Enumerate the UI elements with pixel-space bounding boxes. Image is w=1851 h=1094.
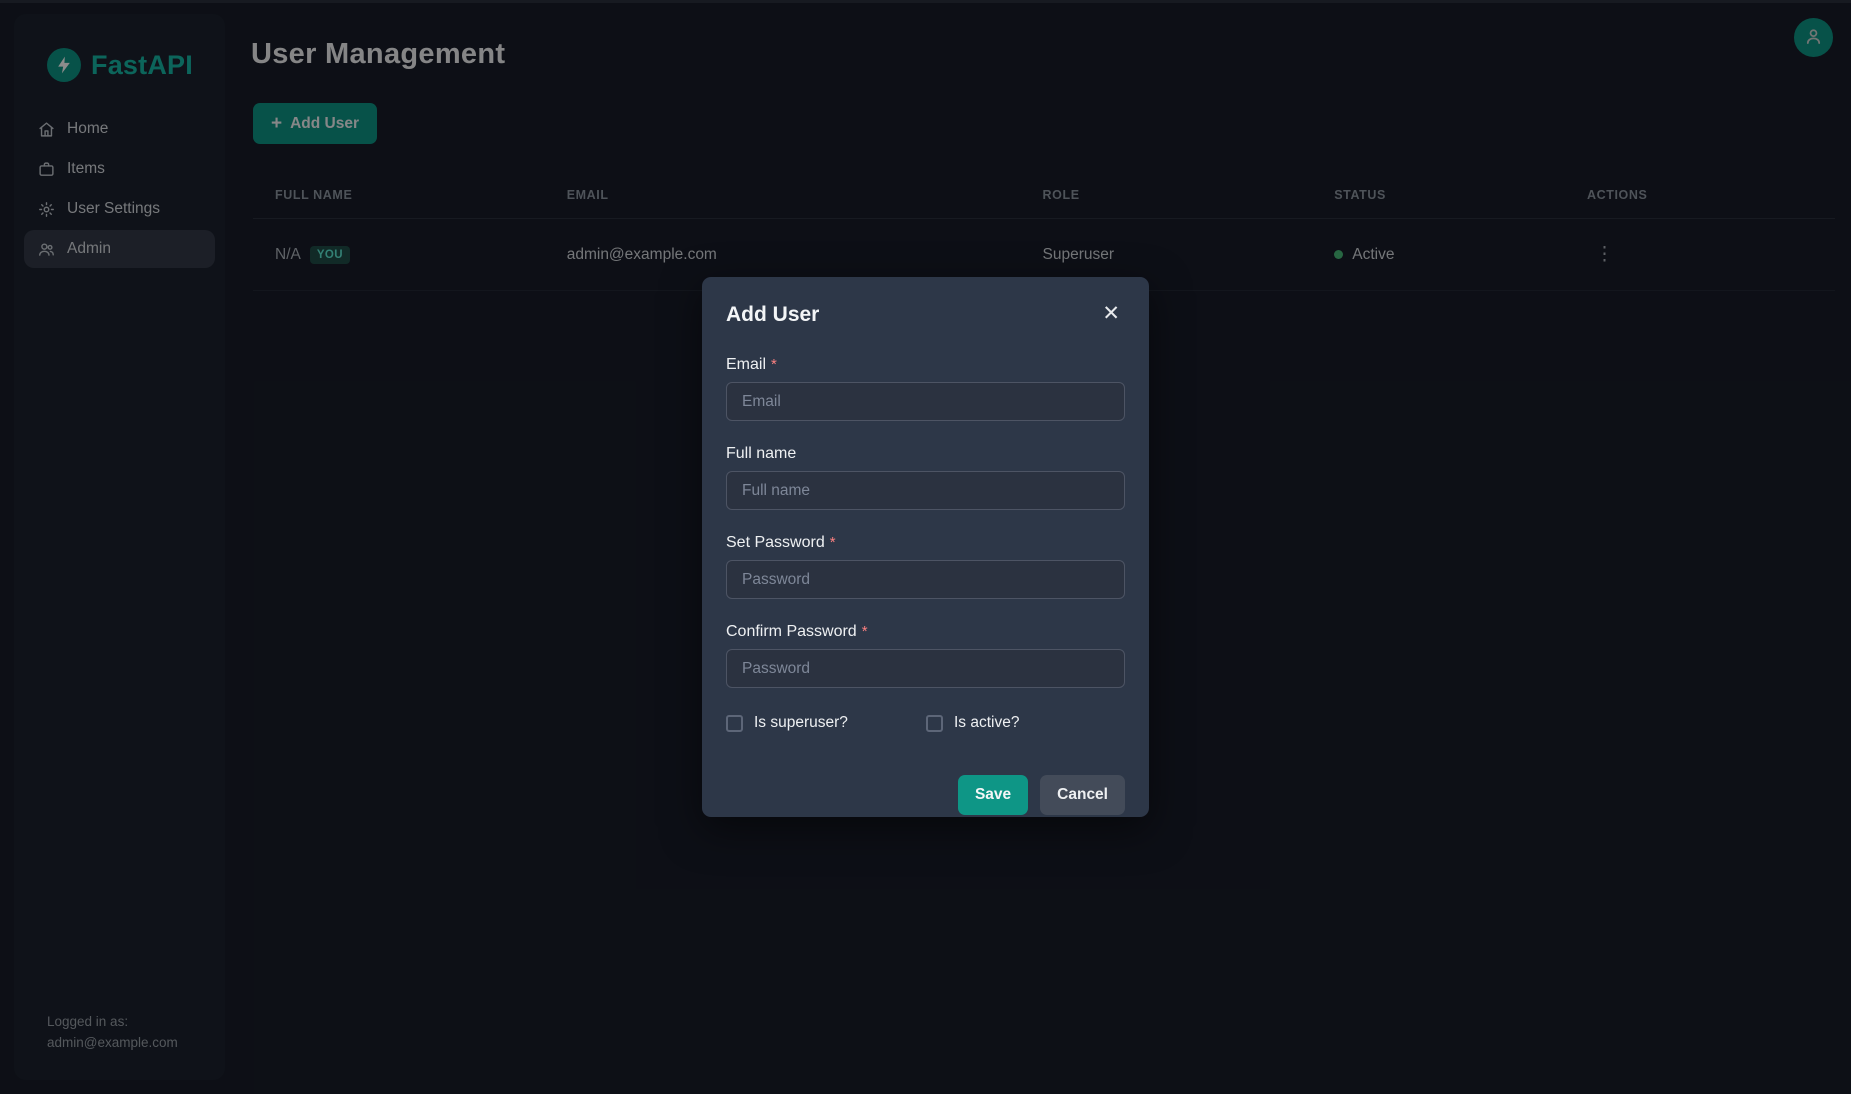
required-asterisk: * <box>862 623 868 640</box>
cancel-button[interactable]: Cancel <box>1040 775 1125 815</box>
required-asterisk: * <box>771 356 777 373</box>
set-password-field-group: Set Password * <box>726 534 1125 599</box>
email-label: Email * <box>726 356 1125 374</box>
is-active-checkbox[interactable]: Is active? <box>926 714 1019 732</box>
save-button[interactable]: Save <box>958 775 1028 815</box>
full-name-label-text: Full name <box>726 445 796 462</box>
modal-title: Add User <box>726 299 819 327</box>
email-field[interactable] <box>726 382 1125 421</box>
is-superuser-label: Is superuser? <box>754 714 848 732</box>
confirm-password-label-text: Confirm Password <box>726 623 857 640</box>
full-name-field-group: Full name <box>726 445 1125 510</box>
checkbox-row: Is superuser? Is active? <box>726 714 1125 732</box>
email-label-text: Email <box>726 356 766 373</box>
set-password-label: Set Password * <box>726 534 1125 552</box>
modal-header: Add User ✕ <box>726 299 1125 328</box>
full-name-label: Full name <box>726 445 1125 463</box>
add-user-modal: Add User ✕ Email * Full name Set Password… <box>702 277 1149 817</box>
confirm-password-field-group: Confirm Password * <box>726 623 1125 688</box>
checkbox-icon <box>726 715 743 732</box>
confirm-password-field[interactable] <box>726 649 1125 688</box>
checkbox-icon <box>926 715 943 732</box>
is-superuser-checkbox[interactable]: Is superuser? <box>726 714 926 732</box>
confirm-password-label: Confirm Password * <box>726 623 1125 641</box>
set-password-label-text: Set Password <box>726 534 825 551</box>
modal-footer: Save Cancel <box>726 775 1125 815</box>
full-name-field[interactable] <box>726 471 1125 510</box>
is-active-label: Is active? <box>954 714 1019 732</box>
required-asterisk: * <box>830 534 836 551</box>
set-password-field[interactable] <box>726 560 1125 599</box>
close-icon[interactable]: ✕ <box>1097 299 1125 328</box>
email-field-group: Email * <box>726 356 1125 421</box>
